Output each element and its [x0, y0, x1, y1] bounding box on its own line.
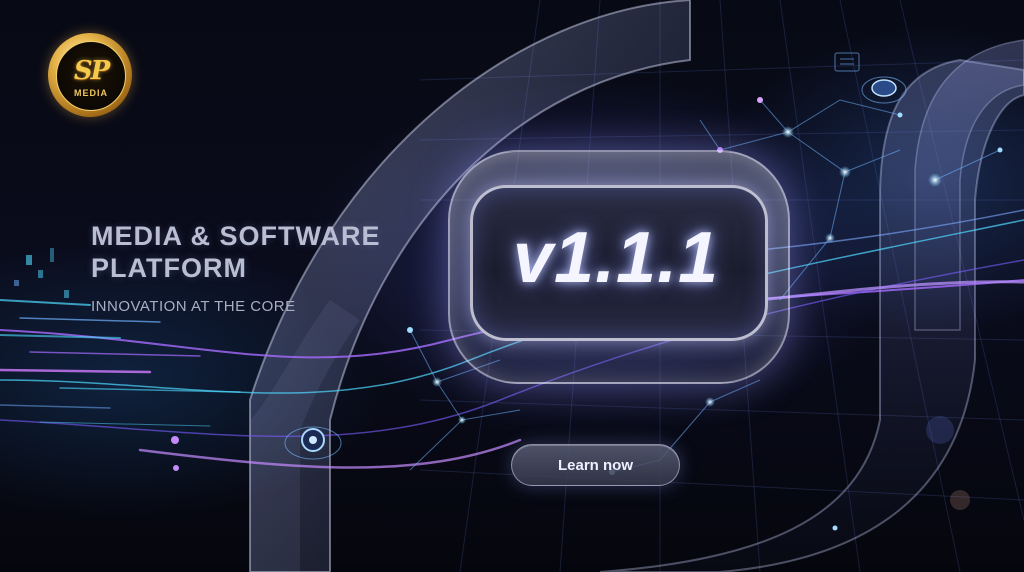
- chip-icon: [834, 52, 860, 72]
- logo-emblem: SP MEDIA: [56, 41, 126, 111]
- version-label: v1.1.1: [512, 218, 720, 298]
- learn-now-button[interactable]: Learn now: [511, 444, 680, 486]
- sp-media-logo[interactable]: SP MEDIA: [48, 33, 132, 117]
- logo-monogram: SP: [73, 56, 110, 86]
- page-title: MEDIA & SOFTWARE PLATFORM: [91, 220, 421, 284]
- tagline: INNOVATION AT THE CORE: [91, 298, 296, 315]
- title-line-1: MEDIA & SOFTWARE: [91, 221, 381, 251]
- logo-wordmark: MEDIA: [74, 88, 108, 98]
- title-line-2: PLATFORM: [91, 253, 247, 283]
- hero-banner: SP MEDIA MEDIA & SOFTWARE PLATFORM INNOV…: [0, 0, 1024, 572]
